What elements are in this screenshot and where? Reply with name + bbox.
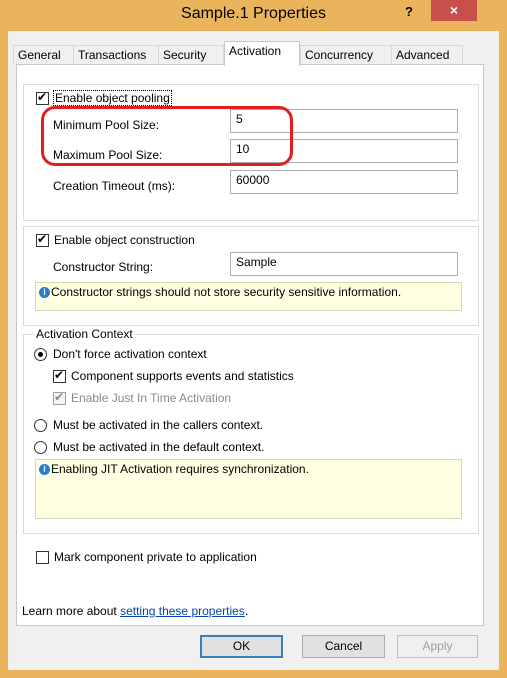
jit-checkbox[interactable]: [53, 390, 66, 405]
enable-construction-checkbox[interactable]: [36, 232, 49, 247]
constructor-string-input[interactable]: Sample: [230, 252, 458, 276]
tab-bar: General Transactions Security Activation…: [8, 41, 499, 66]
ok-button[interactable]: OK: [200, 635, 283, 658]
setting-properties-link[interactable]: setting these properties: [120, 604, 245, 618]
constructor-info-box: i Constructor strings should not store s…: [35, 282, 462, 311]
tab-general[interactable]: General: [13, 45, 74, 65]
tab-advanced[interactable]: Advanced: [391, 45, 463, 65]
events-statistics-label: Component supports events and statistics: [71, 369, 294, 383]
creation-timeout-input[interactable]: 60000: [230, 170, 458, 194]
creation-timeout-label: Creation Timeout (ms):: [53, 179, 176, 193]
learn-more-suffix: .: [244, 604, 249, 618]
callers-context-radio[interactable]: [34, 419, 47, 432]
enable-pooling-label: Enable object pooling: [53, 90, 172, 106]
cancel-button[interactable]: Cancel: [302, 635, 385, 658]
help-button[interactable]: ?: [396, 2, 422, 22]
properties-window: Sample.1 Properties ? × General Transact…: [0, 0, 507, 678]
learn-more-text: Learn more about setting these propertie…: [22, 604, 248, 618]
jit-info-text: Enabling JIT Activation requires synchro…: [51, 462, 309, 476]
activation-context-title: Activation Context: [34, 327, 135, 341]
events-statistics-checkbox[interactable]: [53, 368, 66, 383]
close-button[interactable]: ×: [431, 0, 477, 21]
title-bar[interactable]: Sample.1 Properties ? ×: [0, 0, 507, 30]
apply-button[interactable]: Apply: [397, 635, 478, 658]
info-icon: i: [39, 464, 50, 475]
default-context-radio[interactable]: [34, 441, 47, 454]
constructor-info-text: Constructor strings should not store sec…: [51, 285, 402, 299]
mark-private-checkbox[interactable]: [36, 551, 49, 564]
tab-activation[interactable]: Activation: [224, 41, 300, 66]
callers-context-label: Must be activated in the callers context…: [53, 418, 264, 432]
dont-force-radio[interactable]: [34, 348, 47, 361]
enable-construction-label: Enable object construction: [54, 233, 195, 247]
default-context-label: Must be activated in the default context…: [53, 440, 265, 454]
info-icon: i: [39, 287, 50, 298]
tab-security[interactable]: Security: [158, 45, 224, 65]
learn-more-prefix: Learn more about: [22, 604, 121, 618]
mark-private-label: Mark component private to application: [54, 550, 257, 564]
jit-label: Enable Just In Time Activation: [71, 391, 232, 405]
constructor-string-label: Constructor String:: [53, 260, 154, 274]
highlight-annotation: [41, 106, 293, 166]
enable-pooling-checkbox[interactable]: [36, 90, 49, 105]
tab-concurrency[interactable]: Concurrency: [300, 45, 392, 65]
activation-page: Enable object pooling Minimum Pool Size:…: [16, 64, 484, 626]
jit-info-box: i Enabling JIT Activation requires synch…: [35, 459, 462, 519]
dialog-body: General Transactions Security Activation…: [8, 31, 499, 670]
dont-force-label: Don't force activation context: [53, 347, 207, 361]
tab-transactions[interactable]: Transactions: [73, 45, 159, 65]
